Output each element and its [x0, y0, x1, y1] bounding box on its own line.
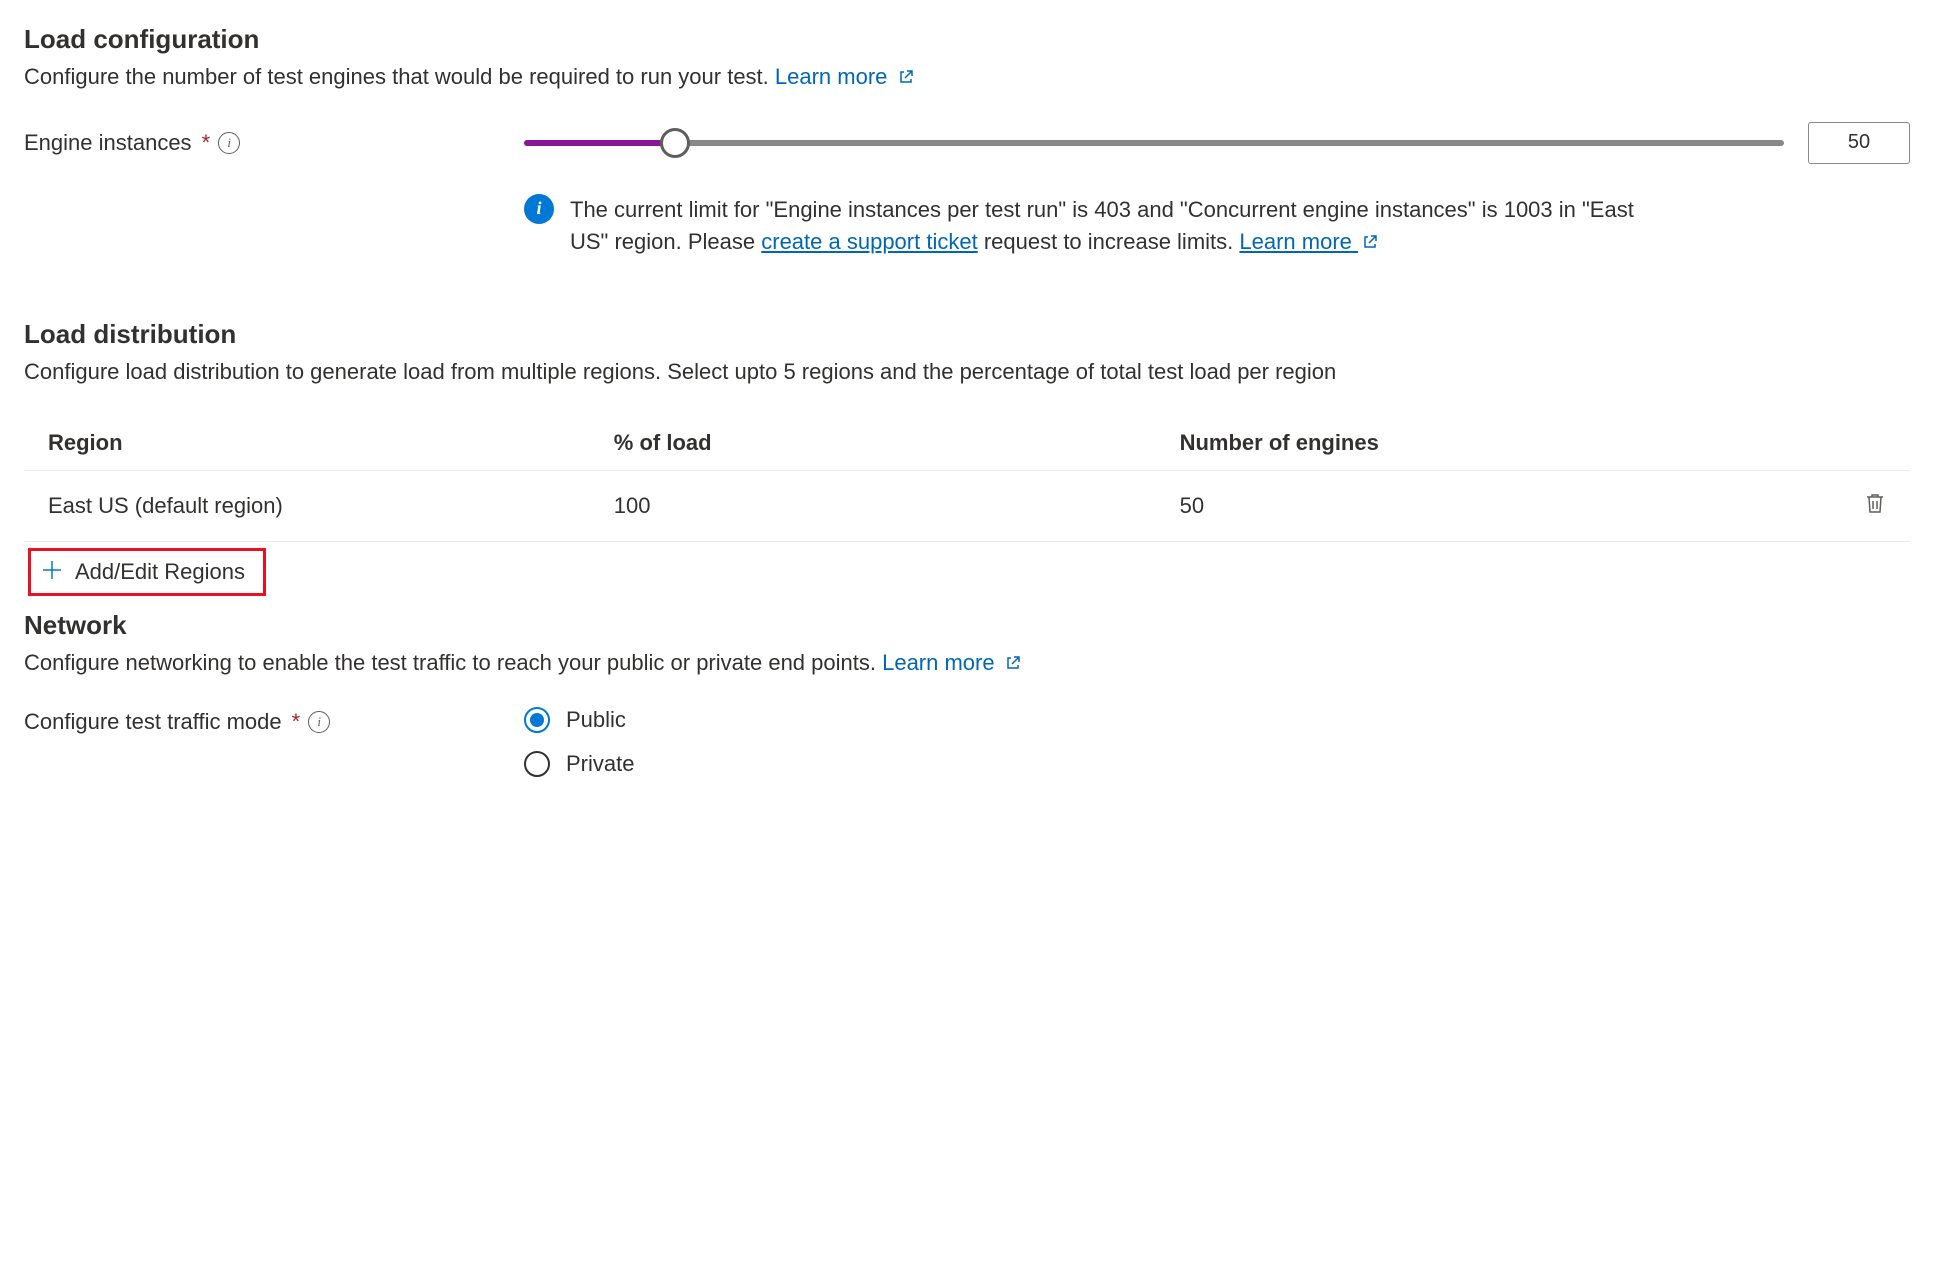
col-region: Region — [24, 416, 590, 471]
info-icon[interactable]: i — [218, 132, 240, 154]
traffic-mode-public-radio[interactable]: Public — [524, 707, 634, 733]
add-edit-regions-label: Add/Edit Regions — [75, 559, 245, 585]
engine-instances-label-col: Engine instances * i — [24, 130, 504, 156]
table-row: East US (default region) 100 50 — [24, 470, 1910, 541]
load-config-desc-text: Configure the number of test engines tha… — [24, 64, 775, 89]
load-config-desc: Configure the number of test engines tha… — [24, 61, 1910, 94]
regions-table: Region % of load Number of engines East … — [24, 416, 1910, 542]
network-learn-more-label: Learn more — [882, 650, 995, 675]
traffic-mode-label: Configure test traffic mode — [24, 709, 282, 735]
col-num-engines: Number of engines — [1156, 416, 1802, 471]
engine-instances-field: Engine instances * i 50 — [24, 122, 1910, 164]
network-title: Network — [24, 610, 1910, 641]
learn-more-label: Learn more — [775, 64, 888, 89]
create-support-ticket-link[interactable]: create a support ticket — [761, 229, 977, 254]
col-pct-load: % of load — [590, 416, 1156, 471]
engine-limit-text: The current limit for "Engine instances … — [570, 194, 1650, 259]
info-badge-icon: i — [524, 194, 554, 224]
info-mid-text: request to increase limits. — [984, 229, 1240, 254]
slider-thumb[interactable] — [660, 128, 690, 158]
traffic-mode-radio-group: Public Private — [524, 707, 634, 777]
info-learn-more-label: Learn more — [1239, 229, 1352, 254]
cell-num-engines: 50 — [1156, 470, 1802, 541]
network-learn-more-link[interactable]: Learn more — [882, 650, 1021, 675]
plus-icon — [41, 559, 63, 585]
load-config-learn-more-link[interactable]: Learn more — [775, 64, 914, 89]
engine-instances-slider[interactable] — [524, 131, 1784, 155]
engine-instances-value-input[interactable]: 50 — [1808, 122, 1910, 164]
info-icon[interactable]: i — [308, 711, 330, 733]
radio-label-private: Private — [566, 751, 634, 777]
cell-pct-load: 100 — [590, 470, 1156, 541]
external-link-icon — [1005, 648, 1021, 680]
radio-icon — [524, 751, 550, 777]
network-desc: Configure networking to enable the test … — [24, 647, 1910, 680]
external-link-icon — [898, 62, 914, 94]
delete-row-button[interactable] — [1864, 491, 1886, 521]
network-desc-text: Configure networking to enable the test … — [24, 650, 882, 675]
required-indicator: * — [202, 130, 211, 156]
engine-limit-info: i The current limit for "Engine instance… — [524, 194, 1910, 259]
traffic-mode-field: Configure test traffic mode * i Public P… — [24, 707, 1910, 777]
load-config-title: Load configuration — [24, 24, 1910, 55]
external-link-icon — [1362, 227, 1378, 259]
load-dist-desc: Configure load distribution to generate … — [24, 356, 1910, 388]
radio-label-public: Public — [566, 707, 626, 733]
traffic-mode-label-col: Configure test traffic mode * i — [24, 707, 504, 735]
required-indicator: * — [292, 709, 301, 735]
radio-icon — [524, 707, 550, 733]
table-header-row: Region % of load Number of engines — [24, 416, 1910, 471]
info-learn-more-link[interactable]: Learn more — [1239, 229, 1378, 254]
cell-region: East US (default region) — [24, 470, 590, 541]
traffic-mode-private-radio[interactable]: Private — [524, 751, 634, 777]
load-dist-title: Load distribution — [24, 319, 1910, 350]
add-edit-regions-button[interactable]: Add/Edit Regions — [28, 548, 266, 596]
engine-instances-label: Engine instances — [24, 130, 192, 156]
